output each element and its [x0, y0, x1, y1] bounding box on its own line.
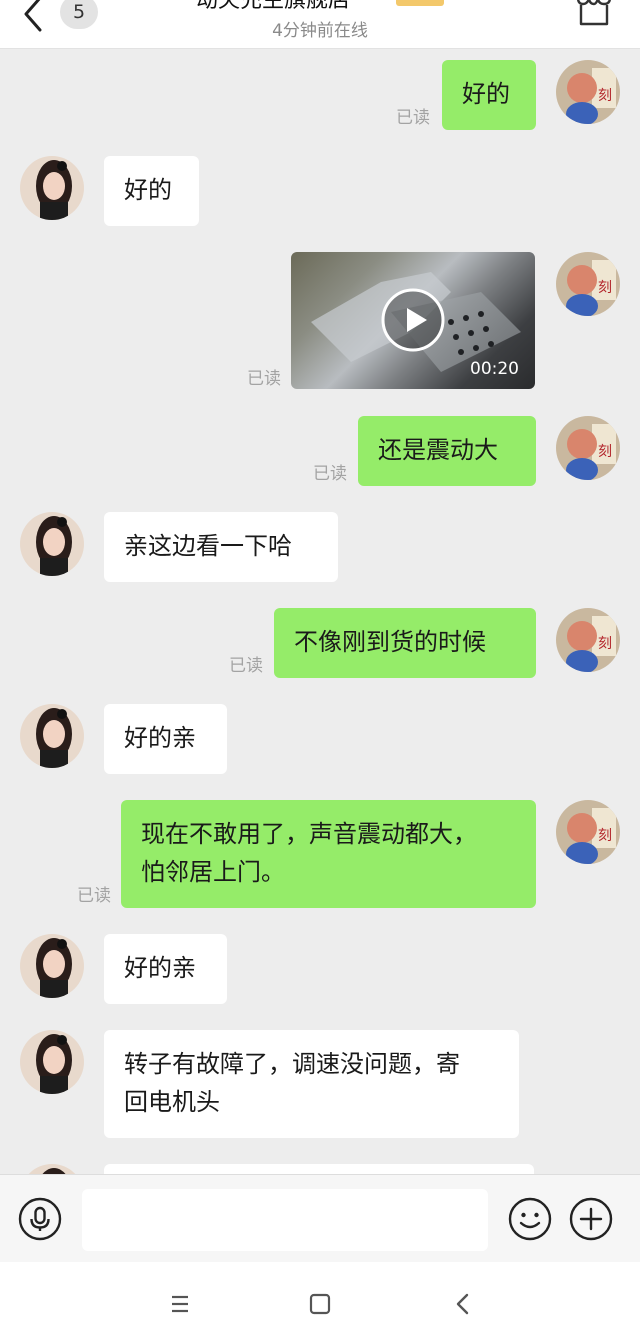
contact-avatar[interactable] — [20, 1164, 84, 1174]
read-receipt: 已读 — [247, 369, 281, 389]
input-bar — [0, 1174, 640, 1263]
system-back-button[interactable] — [448, 1286, 476, 1322]
message-bubble-outgoing[interactable]: 现在不敢用了，声音震动都大， 怕邻居上门。 — [121, 800, 536, 908]
message-bubble-incoming[interactable]: 好的亲 — [104, 934, 227, 1004]
plus-icon — [569, 1197, 613, 1241]
title-tag-badge — [396, 0, 444, 6]
square-home-icon — [309, 1293, 331, 1315]
message-bubble-outgoing[interactable]: 好的 — [442, 60, 536, 130]
message-bubble-outgoing[interactable]: 还是震动大 — [358, 416, 536, 486]
chat-messages[interactable]: 已读 好的 刻 好的 已读 00:20 刻 已读 还是震动大 刻 亲这边看一下哈… — [0, 48, 640, 1174]
svg-text:刻: 刻 — [598, 280, 612, 296]
video-message[interactable]: 00:20 — [291, 252, 535, 389]
voice-button[interactable] — [18, 1197, 62, 1241]
my-avatar[interactable]: 刻 — [556, 608, 620, 672]
nav-back-icon — [456, 1293, 469, 1315]
chat-header: 5 动夫充主旗舰店 4分钟前在线 — [0, 0, 640, 49]
svg-text:刻: 刻 — [598, 444, 612, 460]
read-receipt: 已读 — [396, 108, 430, 128]
contact-avatar[interactable] — [20, 704, 84, 768]
my-avatar[interactable]: 刻 — [556, 252, 620, 316]
message-bubble-incoming[interactable]: 转子有故障了，调速没问题，寄 回电机头 — [104, 1030, 519, 1138]
my-avatar[interactable]: 刻 — [556, 60, 620, 124]
play-icon — [381, 288, 445, 352]
play-button[interactable] — [381, 288, 445, 352]
message-bubble-incoming-partial[interactable] — [104, 1164, 534, 1174]
home-button[interactable] — [304, 1288, 336, 1320]
my-avatar[interactable]: 刻 — [556, 416, 620, 480]
message-bubble-outgoing[interactable]: 不像刚到货的时候 — [274, 608, 536, 678]
my-avatar[interactable]: 刻 — [556, 800, 620, 864]
svg-text:刻: 刻 — [598, 828, 612, 844]
message-input[interactable] — [82, 1189, 488, 1251]
microphone-icon — [18, 1197, 62, 1241]
shop-icon — [576, 0, 612, 26]
contact-avatar[interactable] — [20, 1030, 84, 1094]
emoji-button[interactable] — [508, 1197, 552, 1241]
chat-title: 动夫充主旗舰店 — [196, 0, 351, 13]
contact-avatar[interactable] — [20, 934, 84, 998]
svg-text:刻: 刻 — [598, 88, 612, 104]
recent-apps-button[interactable] — [164, 1290, 196, 1318]
message-bubble-incoming[interactable]: 好的 — [104, 156, 199, 226]
message-bubble-incoming[interactable]: 好的亲 — [104, 704, 227, 774]
read-receipt: 已读 — [77, 886, 111, 906]
more-button[interactable] — [569, 1197, 613, 1241]
svg-text:刻: 刻 — [598, 636, 612, 652]
read-receipt: 已读 — [229, 656, 263, 676]
video-duration: 00:20 — [470, 359, 519, 379]
shop-button[interactable] — [572, 0, 616, 30]
contact-avatar[interactable] — [20, 512, 84, 576]
contact-avatar[interactable] — [20, 156, 84, 220]
online-status: 4分钟前在线 — [272, 21, 368, 41]
system-nav-bar — [0, 1262, 640, 1342]
emoji-icon — [508, 1197, 552, 1241]
menu-icon — [172, 1295, 188, 1313]
message-bubble-incoming[interactable]: 亲这边看一下哈 — [104, 512, 338, 582]
read-receipt: 已读 — [313, 464, 347, 484]
